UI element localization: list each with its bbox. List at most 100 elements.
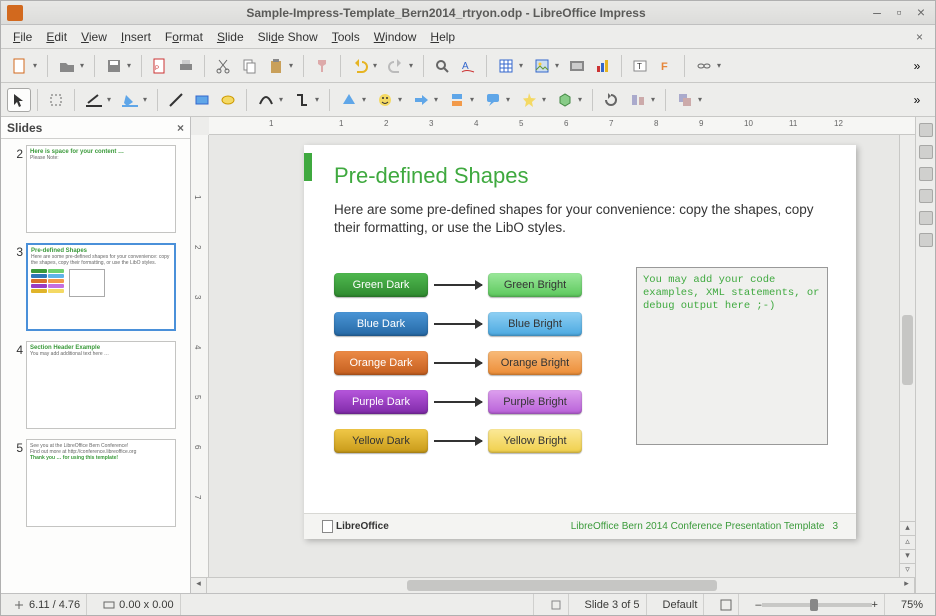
shape-row-yellow[interactable]: Yellow Dark Yellow Bright — [334, 429, 582, 453]
shape-blue-dark[interactable]: Blue Dark — [334, 312, 428, 336]
shape-orange-bright[interactable]: Orange Bright — [488, 351, 582, 375]
copy-button[interactable] — [237, 54, 261, 78]
status-zoom-fit[interactable] — [714, 594, 739, 615]
line-button[interactable] — [164, 88, 188, 112]
shape-green-bright[interactable]: Green Bright — [488, 273, 582, 297]
connector-button[interactable] — [289, 88, 323, 112]
prev-slide-button[interactable]: ▴ — [900, 521, 915, 535]
status-zoom-value[interactable]: 75% — [895, 594, 929, 615]
slide-thumb-3[interactable]: 3 Pre-defined ShapesHere are some pre-de… — [3, 241, 188, 333]
horizontal-ruler[interactable]: 1 1 2 3 4 5 6 7 8 9 10 11 12 — [209, 117, 915, 135]
menu-help[interactable]: Help — [424, 28, 461, 46]
shape-yellow-bright[interactable]: Yellow Bright — [488, 429, 582, 453]
clone-formatting-button[interactable] — [310, 54, 334, 78]
status-slide-count[interactable]: Slide 3 of 5 — [579, 594, 647, 615]
fontwork-button[interactable]: F — [654, 54, 678, 78]
table-button[interactable] — [493, 54, 527, 78]
status-signature[interactable] — [544, 594, 569, 615]
textbox-button[interactable]: T — [628, 54, 652, 78]
slide-thumbnails[interactable]: 2 Here is space for your content …Please… — [1, 139, 190, 593]
menu-file[interactable]: File — [7, 28, 38, 46]
shape-row-orange[interactable]: Orange Dark Orange Bright — [334, 351, 582, 375]
menu-window[interactable]: Window — [368, 28, 423, 46]
slide-body-text[interactable]: Here are some pre-defined shapes for you… — [334, 201, 826, 237]
cut-button[interactable] — [211, 54, 235, 78]
sidebar-master-slides[interactable] — [919, 189, 933, 203]
toolbar-overflow[interactable]: » — [905, 54, 929, 78]
basic-shapes-button[interactable] — [336, 88, 370, 112]
slide-title[interactable]: Pre-defined Shapes — [334, 163, 528, 189]
zoom-pan-button[interactable] — [44, 88, 68, 112]
rotate-button[interactable] — [599, 88, 623, 112]
scroll-thumb-h[interactable] — [407, 580, 717, 591]
callouts-button[interactable] — [480, 88, 514, 112]
vertical-scrollbar[interactable]: ▴ ▵ ▾ ▿ — [899, 135, 915, 577]
vertical-ruler[interactable]: 1 2 3 4 5 6 7 — [191, 135, 209, 577]
horizontal-scrollbar[interactable]: ◂ ▸ — [191, 577, 915, 593]
print-button[interactable] — [174, 54, 198, 78]
menu-view[interactable]: View — [75, 28, 113, 46]
fill-color-button[interactable] — [117, 88, 151, 112]
new-button[interactable] — [7, 54, 41, 78]
shape-row-blue[interactable]: Blue Dark Blue Bright — [334, 312, 582, 336]
sidebar-slide-transition[interactable] — [919, 145, 933, 159]
close-document-button[interactable]: × — [910, 28, 929, 46]
arrange-button[interactable] — [672, 88, 706, 112]
3d-objects-button[interactable] — [552, 88, 586, 112]
menu-tools[interactable]: Tools — [326, 28, 366, 46]
minimize-button[interactable]: – — [869, 5, 885, 21]
next-slide-button[interactable]: ▾ — [900, 549, 915, 563]
last-slide-button[interactable]: ▿ — [900, 563, 915, 577]
image-button[interactable] — [529, 54, 563, 78]
zoom-slider[interactable]: –+ — [749, 594, 885, 615]
slide-thumb-5[interactable]: 5 See you at the LibreOffice Bern Confer… — [3, 437, 188, 529]
line-color-button[interactable] — [81, 88, 115, 112]
shape-green-dark[interactable]: Green Dark — [334, 273, 428, 297]
stars-button[interactable] — [516, 88, 550, 112]
drawbar-overflow[interactable]: » — [905, 88, 929, 112]
maximize-button[interactable]: ▫ — [891, 5, 907, 21]
slides-panel-close[interactable]: × — [177, 121, 184, 135]
menu-insert[interactable]: Insert — [115, 28, 157, 46]
hyperlink-button[interactable] — [691, 54, 725, 78]
slide-editor[interactable]: Pre-defined Shapes Here are some pre-def… — [304, 145, 856, 539]
curve-button[interactable] — [253, 88, 287, 112]
save-button[interactable] — [101, 54, 135, 78]
code-box[interactable]: You may add your code examples, XML stat… — [636, 267, 828, 445]
shape-purple-dark[interactable]: Purple Dark — [334, 390, 428, 414]
shape-orange-dark[interactable]: Orange Dark — [334, 351, 428, 375]
sidebar-properties[interactable] — [919, 123, 933, 137]
menu-slide[interactable]: Slide — [211, 28, 250, 46]
slide-canvas[interactable]: Pre-defined Shapes Here are some pre-def… — [209, 135, 899, 577]
select-tool[interactable] — [7, 88, 31, 112]
open-button[interactable] — [54, 54, 88, 78]
shape-row-green[interactable]: Green Dark Green Bright — [334, 273, 582, 297]
paste-button[interactable] — [263, 54, 297, 78]
sidebar-animation[interactable] — [919, 167, 933, 181]
chart-button[interactable] — [591, 54, 615, 78]
flowchart-button[interactable] — [444, 88, 478, 112]
shape-purple-bright[interactable]: Purple Bright — [488, 390, 582, 414]
undo-button[interactable] — [347, 54, 381, 78]
block-arrows-button[interactable] — [408, 88, 442, 112]
find-button[interactable] — [430, 54, 454, 78]
slide-thumb-4[interactable]: 4 Section Header ExampleYou may add addi… — [3, 339, 188, 431]
shape-blue-bright[interactable]: Blue Bright — [488, 312, 582, 336]
menu-slideshow[interactable]: Slide Show — [252, 28, 324, 46]
slide-thumb-2[interactable]: 2 Here is space for your content …Please… — [3, 143, 188, 235]
scroll-left-button[interactable]: ◂ — [191, 578, 207, 593]
status-style[interactable]: Default — [657, 594, 705, 615]
spellcheck-button[interactable]: A — [456, 54, 480, 78]
shape-row-purple[interactable]: Purple Dark Purple Bright — [334, 390, 582, 414]
sidebar-gallery[interactable] — [919, 211, 933, 225]
scroll-right-button[interactable]: ▸ — [899, 578, 915, 593]
align-button[interactable] — [625, 88, 659, 112]
rectangle-button[interactable] — [190, 88, 214, 112]
redo-button[interactable] — [383, 54, 417, 78]
close-window-button[interactable]: × — [913, 5, 929, 21]
scroll-thumb[interactable] — [902, 315, 913, 385]
ellipse-button[interactable] — [216, 88, 240, 112]
media-button[interactable] — [565, 54, 589, 78]
menu-edit[interactable]: Edit — [40, 28, 73, 46]
shape-yellow-dark[interactable]: Yellow Dark — [334, 429, 428, 453]
